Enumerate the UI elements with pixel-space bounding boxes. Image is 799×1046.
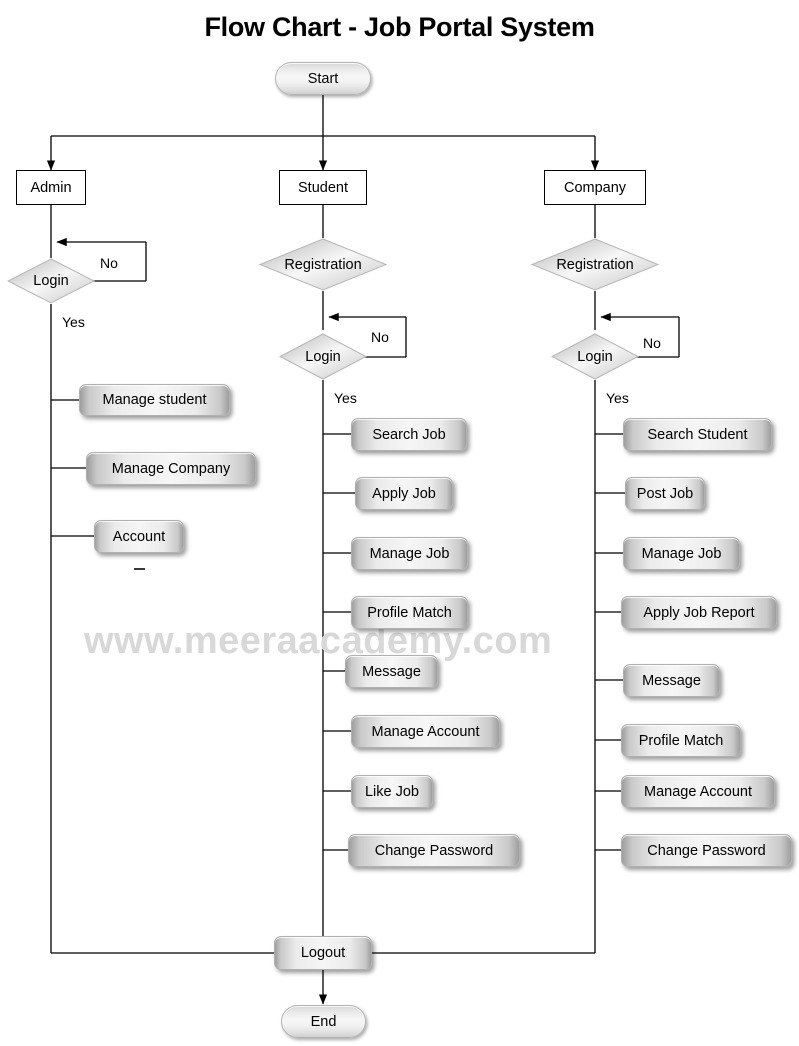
stray-dash-mark [134,568,145,570]
node-company-registration-label: Registration [556,256,634,273]
node-student-registration-label: Registration [284,256,362,273]
watermark: www.meeraacademy.com [84,620,553,662]
task-post-job[interactable]: Post Job [625,477,705,510]
task-message-company[interactable]: Message [623,664,720,697]
node-company-label: Company [563,179,627,196]
node-student-label: Student [298,179,348,196]
edge-label-student-no: No [371,329,389,345]
node-admin-login-label: Login [33,273,69,289]
edge-label-admin-yes: Yes [62,314,85,330]
node-company-login[interactable]: Login [551,333,639,380]
task-label: Message [362,663,421,680]
edge-label-student-yes: Yes [334,390,357,406]
task-label: Like Job [364,783,419,800]
node-start[interactable]: Start [275,62,371,95]
node-student-login[interactable]: Login [279,333,367,380]
task-label: Manage Account [643,783,753,800]
task-message[interactable]: Message [345,655,438,688]
edge-label-admin-no: No [100,255,118,271]
task-manage-account[interactable]: Manage Account [351,715,500,748]
task-label: Profile Match [367,604,452,621]
task-label: Change Password [374,842,494,859]
task-manage-company[interactable]: Manage Company [86,452,256,485]
node-end-label: End [310,1013,337,1030]
node-student[interactable]: Student [279,170,367,205]
task-label: Manage Account [371,723,480,740]
node-company[interactable]: Company [544,170,646,205]
node-end[interactable]: End [281,1005,366,1038]
task-like-job[interactable]: Like Job [351,775,433,808]
task-change-password[interactable]: Change Password [348,834,520,867]
task-label: Post Job [636,485,694,502]
task-label: Account [112,528,166,545]
node-logout-label: Logout [300,945,346,961]
task-account[interactable]: Account [94,520,184,553]
node-student-login-label: Login [305,348,341,365]
task-label: Search Student [647,426,748,443]
task-label: Manage student [102,392,207,408]
task-label: Change Password [647,842,766,859]
task-label: Manage Company [111,460,231,477]
task-manage-job-company[interactable]: Manage Job [623,537,740,570]
task-label: Apply Job Report [643,604,755,621]
node-student-registration[interactable]: Registration [259,238,387,291]
node-logout[interactable]: Logout [274,936,372,970]
task-label: Profile Match [638,732,724,749]
task-label: Search Job [372,426,446,443]
node-company-registration[interactable]: Registration [531,238,659,291]
task-apply-job-report[interactable]: Apply Job Report [621,596,777,629]
task-manage-student[interactable]: Manage student [79,384,230,416]
task-manage-account-company[interactable]: Manage Account [621,775,775,808]
edge-label-company-no: No [643,335,661,351]
task-change-password-company[interactable]: Change Password [621,834,792,867]
node-company-login-label: Login [577,348,613,365]
task-apply-job[interactable]: Apply Job [355,477,453,510]
task-search-student[interactable]: Search Student [623,418,772,451]
task-profile-match[interactable]: Profile Match [351,596,468,629]
task-label: Message [642,672,701,689]
node-admin[interactable]: Admin [16,170,86,205]
node-start-label: Start [307,70,339,87]
node-admin-login[interactable]: Login [7,258,95,304]
task-label: Apply Job [372,485,436,502]
task-manage-job[interactable]: Manage Job [351,537,468,570]
task-label: Manage Job [641,545,722,562]
edge-label-company-yes: Yes [606,390,629,406]
task-profile-match-company[interactable]: Profile Match [621,724,741,757]
node-admin-label: Admin [30,179,72,196]
task-search-job[interactable]: Search Job [351,418,467,451]
task-label: Manage Job [369,545,450,562]
flowchart-page: Flow Chart - Job Portal System Start Adm… [0,0,799,1046]
